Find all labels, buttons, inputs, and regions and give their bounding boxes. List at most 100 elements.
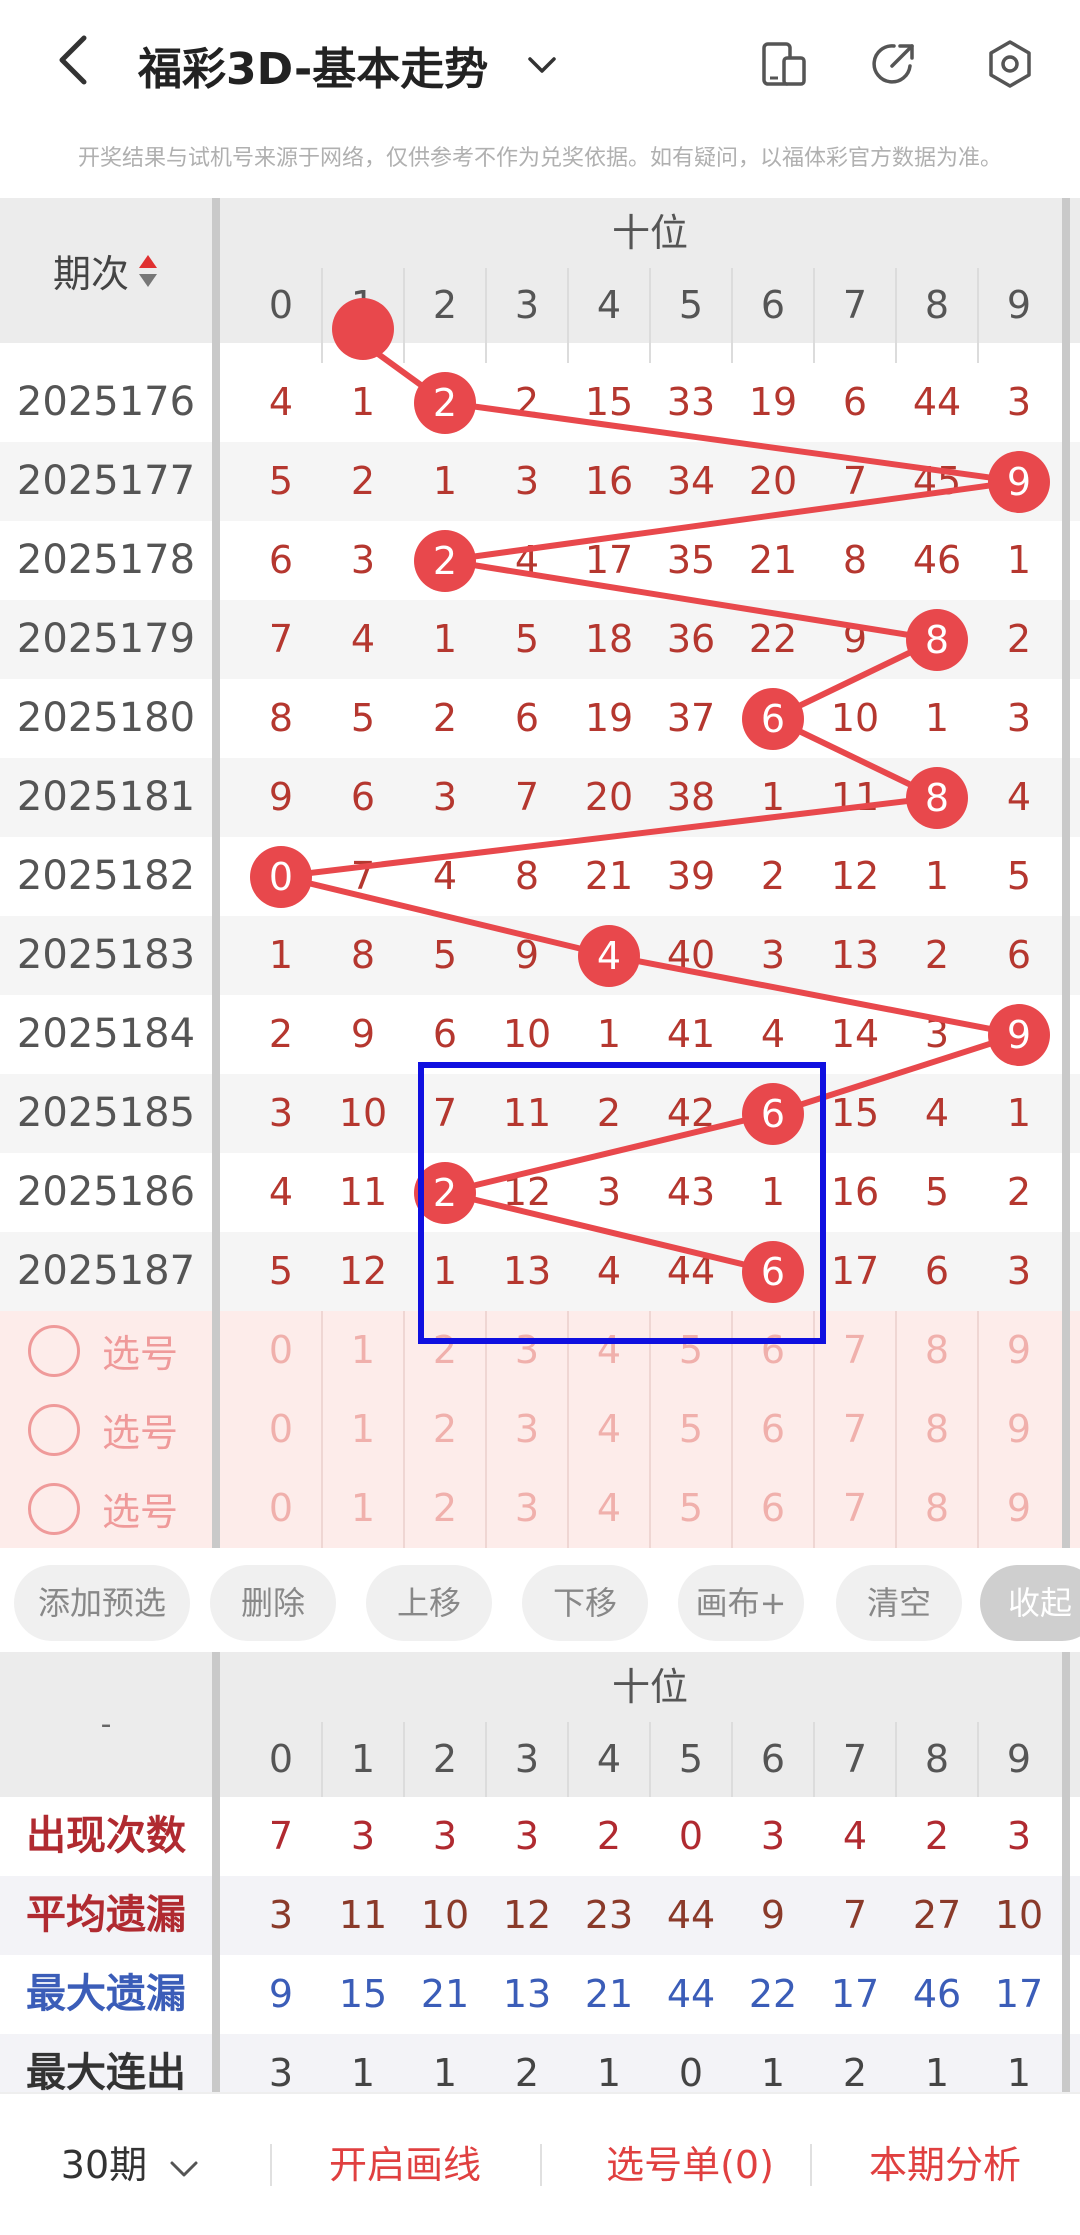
omission-cell: 7 [268,617,294,661]
hit-ball[interactable]: 2 [414,371,476,434]
pick-digit[interactable]: 8 [896,1311,978,1390]
grid-line [567,1390,569,1469]
pick-digit[interactable]: 7 [814,1311,896,1390]
period-select[interactable]: 30期 [40,2094,220,2235]
device-icon[interactable] [758,38,810,90]
pick-digit[interactable]: 5 [650,1469,732,1548]
pick-digit[interactable]: 5 [650,1390,732,1469]
pick-digit[interactable]: 1 [322,1390,404,1469]
pick-row-toggle[interactable]: 选号 [0,1469,212,1548]
grid-line [977,1311,979,1390]
omission-cell: 1 [1006,538,1032,582]
trend-row: 2025183 1 8 5 9 40 3 13 2 6 [0,916,1080,995]
omission-cell: 35 [666,538,716,582]
pick-digit[interactable]: 6 [732,1469,814,1548]
draw-line-button[interactable]: 开启画线 [290,2094,520,2235]
omission-cell: 2 [514,380,540,424]
stats-row: 平均遗漏 3 11 10 12 23 44 9 7 27 10 [0,1876,1080,1955]
period-number: 2025181 [16,774,196,820]
trend-row: 2025178 6 3 4 17 35 21 8 46 1 [0,521,1080,600]
toolbar-button[interactable]: 删除 [210,1565,336,1641]
pick-digit[interactable]: 2 [404,1469,486,1548]
hit-ball[interactable]: 8 [906,766,968,829]
pick-digit[interactable]: 4 [568,1469,650,1548]
pick-digit[interactable]: 3 [486,1390,568,1469]
omission-cell: 4 [924,1091,950,1135]
omission-cell: 20 [584,775,634,819]
omission-cell: 10 [338,1091,388,1135]
pick-digit[interactable]: 9 [978,1311,1060,1390]
pick-digit[interactable]: 1 [322,1469,404,1548]
pick-digit[interactable]: 7 [814,1390,896,1469]
toolbar-button[interactable]: 上移 [366,1565,492,1641]
pick-digit[interactable]: 8 [896,1469,978,1548]
hit-ball[interactable]: 9 [988,1003,1050,1066]
stats-value: 21 [420,1972,470,2016]
back-arrow-icon[interactable] [48,30,98,90]
title-dropdown[interactable]: 福彩3D-基本走势 [138,30,558,100]
stats-value: 1 [596,2051,622,2092]
share-icon[interactable] [868,38,920,90]
stats-value: 22 [748,1972,798,2016]
pick-list-button[interactable]: 选号单(0) [560,2094,820,2235]
column-separator [1062,1652,1070,2092]
pick-digit[interactable]: 3 [486,1469,568,1548]
hit-ball[interactable]: 0 [250,845,312,908]
grid-line [321,1311,323,1390]
omission-cell: 7 [350,854,376,898]
omission-cell: 5 [924,1170,950,1214]
period-number: 2025180 [16,695,196,741]
bottom-bar: 30期 开启画线 选号单(0) 本期分析 [0,2092,1080,2235]
analysis-button[interactable]: 本期分析 [830,2094,1060,2235]
toolbar-button[interactable]: 添加预选 [14,1565,190,1641]
toolbar-button[interactable]: 收起 [980,1565,1080,1641]
stats-value: 3 [514,1814,540,1858]
stats-value: 2 [924,1814,950,1858]
grid-line [485,1469,487,1548]
pick-digit[interactable]: 1 [322,1311,404,1390]
hit-ball[interactable]: 4 [578,924,640,987]
omission-cell: 2 [1006,1170,1032,1214]
settings-icon[interactable] [984,38,1036,90]
digit-header: 8 [924,283,950,327]
pick-digit[interactable]: 9 [978,1390,1060,1469]
pick-row-toggle[interactable]: 选号 [0,1311,212,1390]
pick-digit[interactable]: 8 [896,1390,978,1469]
pick-digit[interactable]: 2 [404,1390,486,1469]
omission-cell: 3 [1006,696,1032,740]
digit-header: 9 [1006,283,1032,327]
pick-label: 选号 [102,1332,179,1376]
toolbar-button[interactable]: 画布+ [678,1565,804,1641]
period-number: 2025178 [16,537,196,583]
omission-cell: 3 [924,1012,950,1056]
toolbar-button[interactable]: 下移 [522,1565,648,1641]
omission-cell: 9 [842,617,868,661]
pick-digit[interactable]: 6 [732,1390,814,1469]
toolbar-button[interactable]: 清空 [836,1565,962,1641]
hit-ball[interactable]: 6 [742,687,804,750]
omission-cell: 20 [748,459,798,503]
hit-ball[interactable]: 8 [906,608,968,671]
omission-cell: 1 [760,775,786,819]
pick-row-toggle[interactable]: 选号 [0,1390,212,1469]
omission-cell: 11 [338,1170,388,1214]
stats-value: 1 [760,2051,786,2092]
pick-digit[interactable]: 0 [240,1311,322,1390]
trend-row: 2025177 5 2 1 3 16 34 20 7 45 [0,442,1080,521]
period-header[interactable]: 期次 [0,198,212,343]
pick-digit[interactable]: 4 [568,1390,650,1469]
omission-cell: 5 [268,459,294,503]
pick-digit[interactable]: 9 [978,1469,1060,1548]
pick-digit[interactable]: 0 [240,1390,322,1469]
hit-ball[interactable]: 9 [988,450,1050,513]
pick-digit[interactable]: 0 [240,1469,322,1548]
digit-header: 1 [350,1737,376,1781]
hit-ball[interactable]: 2 [414,529,476,592]
grid-line [813,1390,815,1469]
omission-cell: 16 [830,1170,880,1214]
selection-box[interactable] [418,1062,826,1344]
sort-icon [139,254,157,287]
pick-digit[interactable]: 7 [814,1469,896,1548]
stats-value: 10 [420,1893,470,1937]
digit-header: 9 [1006,1737,1032,1781]
